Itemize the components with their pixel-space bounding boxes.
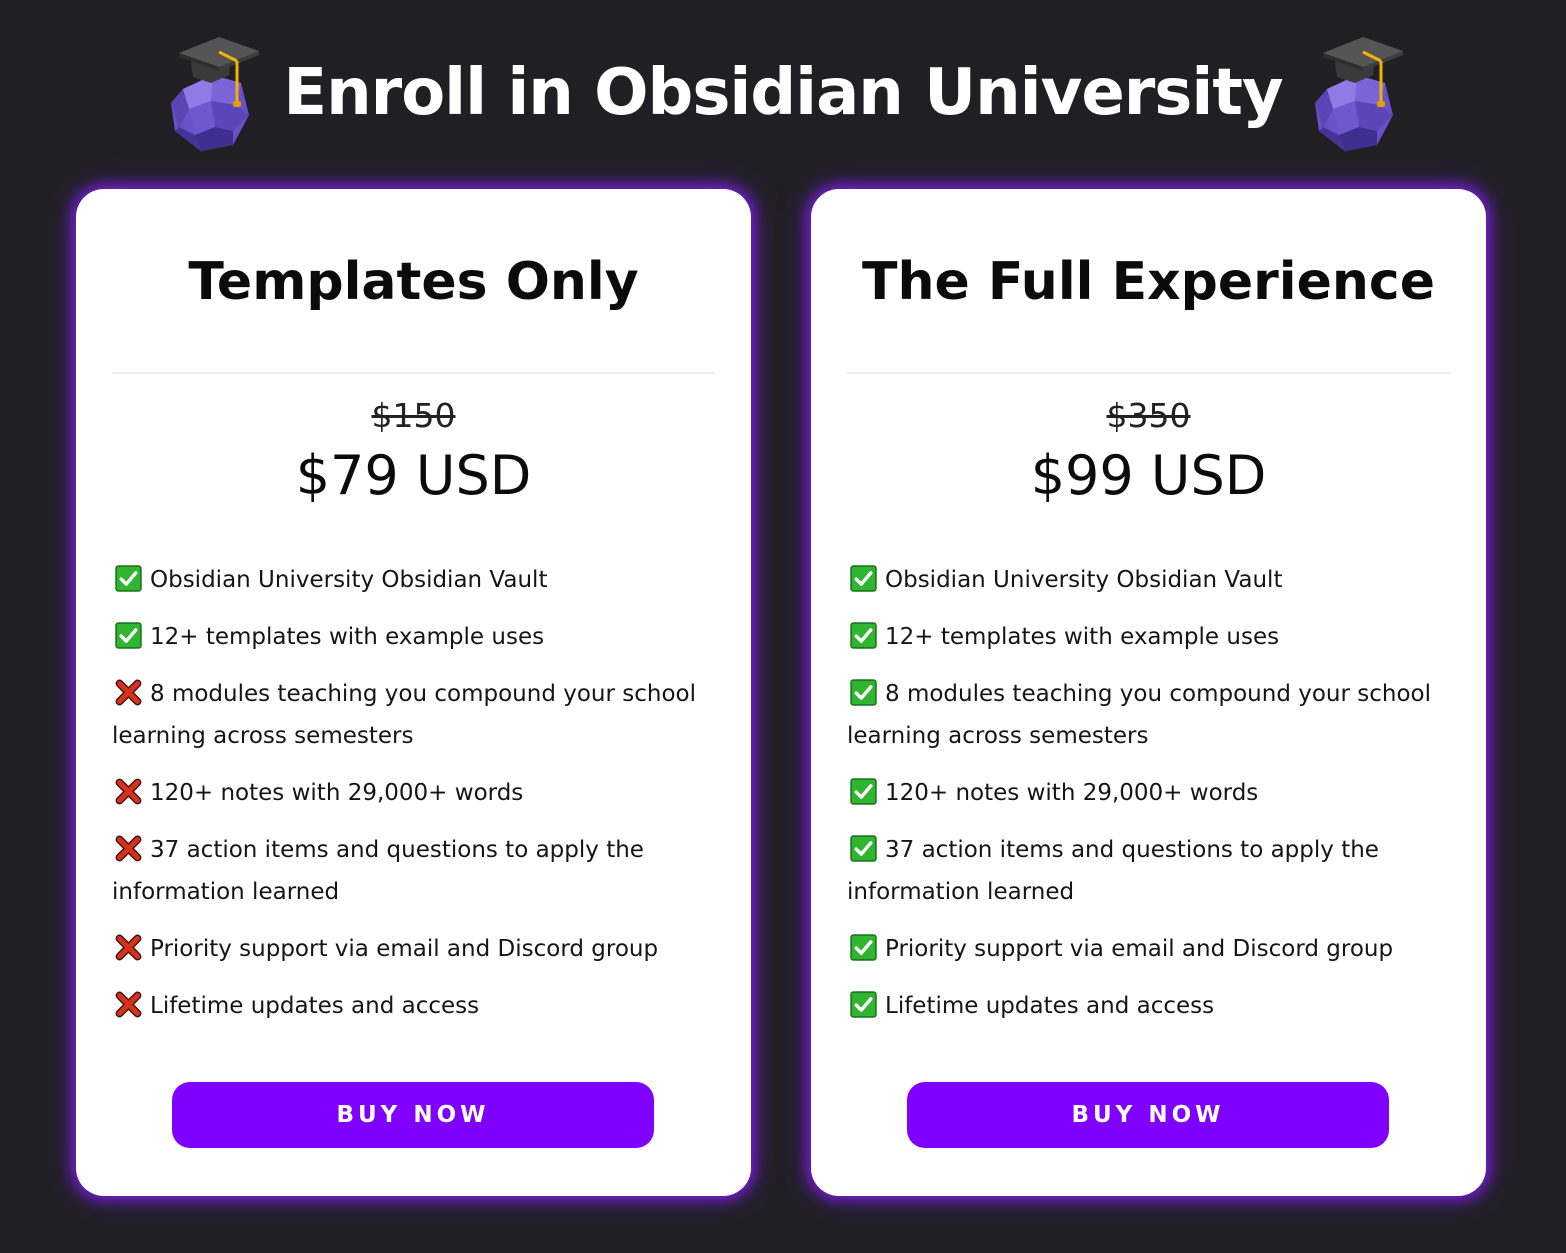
original-price: $150: [371, 396, 456, 435]
feature-text: 12+ templates with example uses: [885, 624, 1280, 650]
cross-mark-icon: [115, 990, 142, 1018]
page-header: Enroll in Obsidian University: [0, 28, 1566, 158]
feature-item: 37 action items and questions to apply t…: [847, 829, 1447, 913]
feature-item: 8 modules teaching you compound your sch…: [847, 673, 1447, 757]
buy-now-button[interactable]: BUY NOW: [172, 1082, 654, 1148]
current-price: $99 USD: [1030, 444, 1267, 507]
feature-item: Obsidian University Obsidian Vault: [847, 559, 1447, 601]
buy-now-button[interactable]: BUY NOW: [907, 1082, 1389, 1148]
feature-item: Priority support via email and Discord g…: [112, 928, 712, 970]
plan-title: Templates Only: [188, 252, 639, 312]
feature-item: Lifetime updates and access: [847, 985, 1447, 1027]
divider: [112, 372, 715, 374]
feature-text: Obsidian University Obsidian Vault: [150, 567, 548, 593]
plan-card-full-experience: The Full Experience $350 $99 USD Obsidia…: [811, 189, 1486, 1196]
cross-mark-icon: [115, 933, 142, 961]
divider: [847, 372, 1450, 374]
feature-text: Priority support via email and Discord g…: [150, 936, 659, 962]
feature-text: Priority support via email and Discord g…: [885, 936, 1394, 962]
pricing-page: Enroll in Obsidian University Templates …: [0, 0, 1566, 1253]
feature-text: 12+ templates with example uses: [150, 624, 545, 650]
cross-mark-icon: [115, 777, 142, 805]
current-price: $79 USD: [295, 444, 532, 507]
cross-mark-icon: [115, 678, 142, 706]
feature-item: 12+ templates with example uses: [112, 616, 712, 658]
check-mark-icon: [850, 990, 877, 1018]
feature-item: Priority support via email and Discord g…: [847, 928, 1447, 970]
check-mark-icon: [850, 933, 877, 961]
feature-text: 120+ notes with 29,000+ words: [885, 780, 1259, 806]
check-mark-icon: [850, 678, 877, 706]
obsidian-graduate-icon: [171, 37, 260, 151]
feature-text: 8 modules teaching you compound your sch…: [847, 681, 1431, 749]
feature-text: 37 action items and questions to apply t…: [112, 837, 644, 905]
check-mark-icon: [850, 834, 877, 862]
feature-item: 120+ notes with 29,000+ words: [847, 772, 1447, 814]
check-mark-icon: [850, 621, 877, 649]
feature-item: 12+ templates with example uses: [847, 616, 1447, 658]
feature-item: Lifetime updates and access: [112, 985, 712, 1027]
feature-item: 120+ notes with 29,000+ words: [112, 772, 712, 814]
feature-item: 8 modules teaching you compound your sch…: [112, 673, 712, 757]
check-mark-icon: [850, 777, 877, 805]
obsidian-graduate-icon: [1314, 37, 1403, 151]
feature-text: 37 action items and questions to apply t…: [847, 837, 1379, 905]
feature-list: Obsidian University Obsidian Vault 12+ te…: [847, 559, 1447, 1042]
check-mark-icon: [115, 621, 142, 649]
feature-item: Obsidian University Obsidian Vault: [112, 559, 712, 601]
check-mark-icon: [115, 564, 142, 592]
feature-text: 8 modules teaching you compound your sch…: [112, 681, 696, 749]
check-mark-icon: [850, 564, 877, 592]
plan-title: The Full Experience: [862, 252, 1435, 312]
feature-item: 37 action items and questions to apply t…: [112, 829, 712, 913]
original-price: $350: [1106, 396, 1191, 435]
feature-text: Obsidian University Obsidian Vault: [885, 567, 1283, 593]
page-title: Enroll in Obsidian University: [283, 56, 1283, 130]
feature-text: Lifetime updates and access: [885, 993, 1215, 1019]
feature-text: 120+ notes with 29,000+ words: [150, 780, 524, 806]
cross-mark-icon: [115, 834, 142, 862]
plan-card-templates-only: Templates Only $150 $79 USD Obsidian Uni…: [76, 189, 751, 1196]
feature-text: Lifetime updates and access: [150, 993, 480, 1019]
feature-list: Obsidian University Obsidian Vault 12+ te…: [112, 559, 712, 1042]
